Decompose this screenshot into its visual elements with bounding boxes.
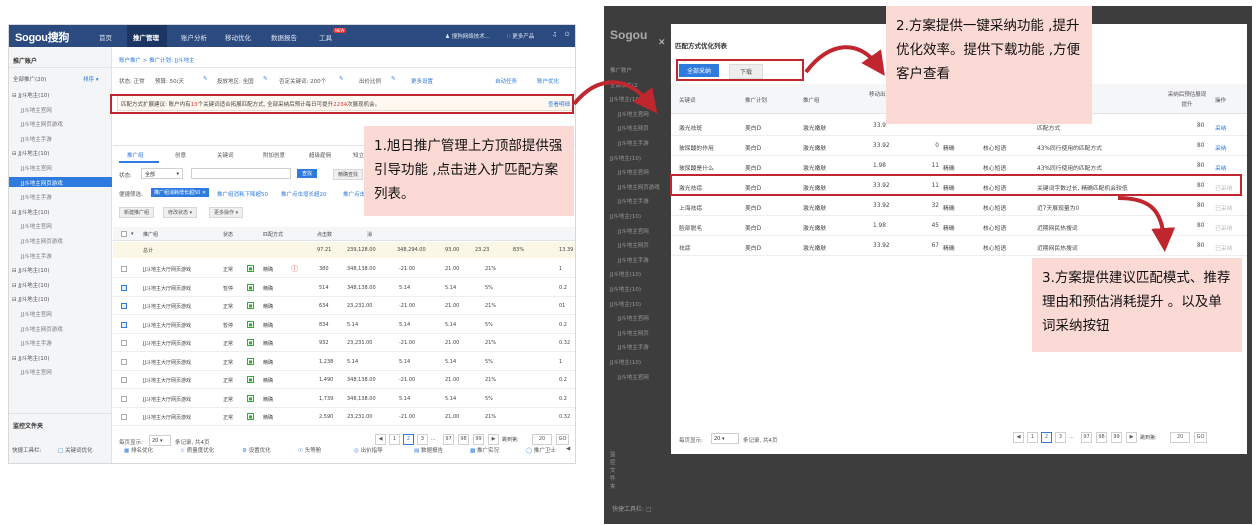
arrow-3 (1117, 196, 1176, 252)
arrow-2 (804, 45, 885, 76)
arrow-1 (572, 80, 658, 114)
annotation-arrows (572, 45, 1176, 252)
